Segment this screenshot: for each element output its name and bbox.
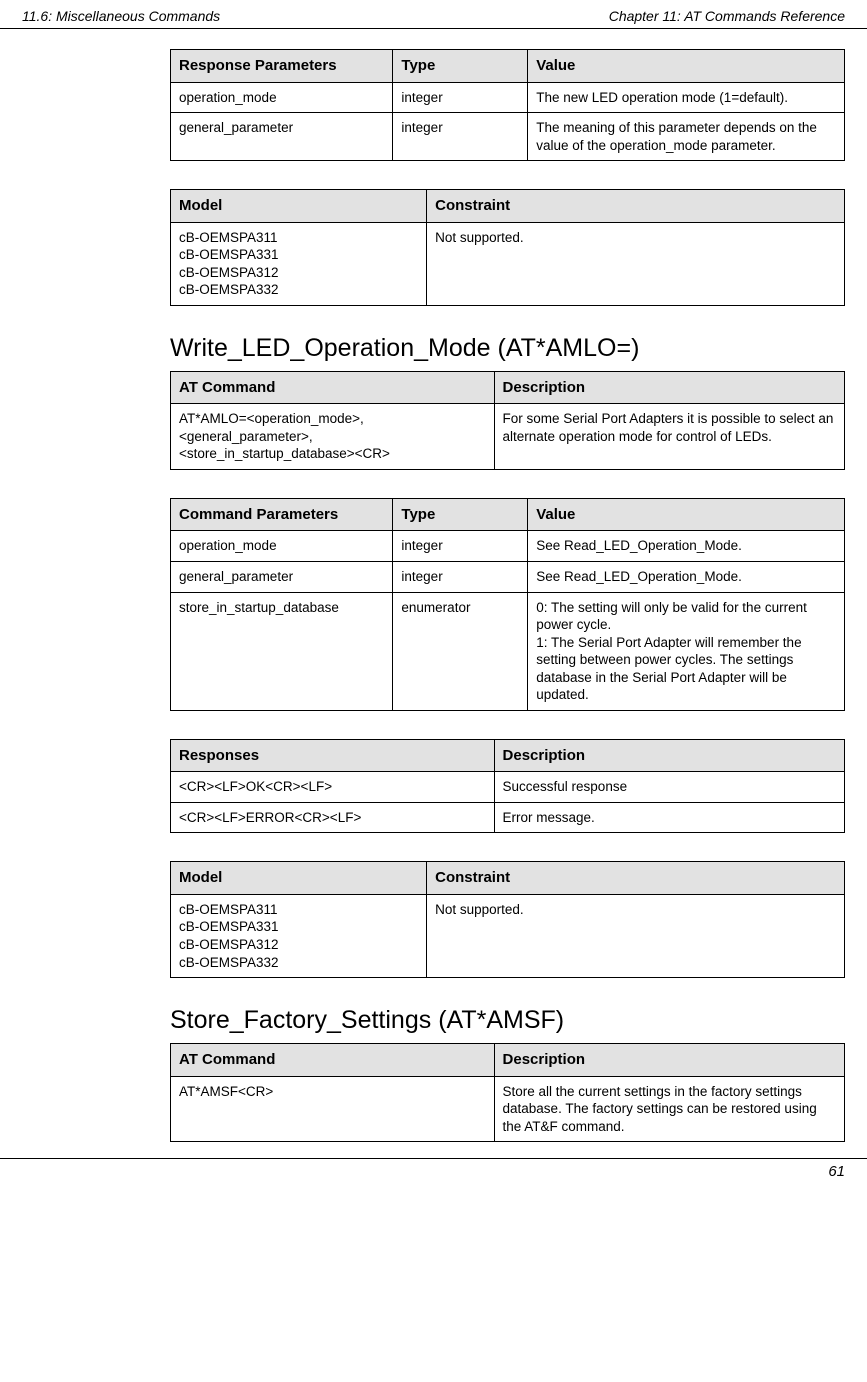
table-row: cB-OEMSPA311cB-OEMSPA331cB-OEMSPA312cB-O… [171, 222, 845, 305]
table-cell: See Read_LED_Operation_Mode. [528, 531, 845, 562]
table-row: store_in_startup_database enumerator 0: … [171, 592, 845, 710]
table-header: Description [494, 371, 844, 404]
table-header: Constraint [427, 862, 845, 895]
page-header: 11.6: Miscellaneous Commands Chapter 11:… [0, 0, 867, 29]
table-cell: The meaning of this parameter depends on… [528, 113, 845, 161]
table-cell: integer [393, 113, 528, 161]
table-cell: operation_mode [171, 531, 393, 562]
table-cell: cB-OEMSPA311cB-OEMSPA331cB-OEMSPA312cB-O… [171, 222, 427, 305]
header-right: Chapter 11: AT Commands Reference [609, 8, 845, 24]
at-command-table-2: AT Command Description AT*AMSF<CR> Store… [170, 1043, 845, 1142]
table-cell: cB-OEMSPA311cB-OEMSPA331cB-OEMSPA312cB-O… [171, 894, 427, 977]
section-heading: Store_Factory_Settings (AT*AMSF) [170, 1006, 845, 1035]
table-cell: Store all the current settings in the fa… [494, 1076, 844, 1142]
table-header: AT Command [171, 1044, 495, 1077]
table-header: Value [528, 498, 845, 531]
table-cell: general_parameter [171, 113, 393, 161]
table-header: Description [494, 739, 844, 772]
table-header: Description [494, 1044, 844, 1077]
page-footer: 61 [0, 1158, 867, 1200]
table-row: general_parameter integer See Read_LED_O… [171, 562, 845, 593]
table-cell: store_in_startup_database [171, 592, 393, 710]
table-cell: general_parameter [171, 562, 393, 593]
table-cell: Not supported. [427, 894, 845, 977]
table-row: general_parameter integer The meaning of… [171, 113, 845, 161]
table-row: cB-OEMSPA311cB-OEMSPA331cB-OEMSPA312cB-O… [171, 894, 845, 977]
table-header: Value [528, 50, 845, 83]
table-cell: The new LED operation mode (1=default). [528, 82, 845, 113]
table-header: Model [171, 190, 427, 223]
at-command-table: AT Command Description AT*AMLO=<operatio… [170, 371, 845, 470]
table-header: Model [171, 862, 427, 895]
table-header: Type [393, 50, 528, 83]
table-header: Type [393, 498, 528, 531]
table-header: AT Command [171, 371, 495, 404]
table-cell: AT*AMLO=<operation_mode>, <general_param… [171, 404, 495, 470]
table-header: Response Parameters [171, 50, 393, 83]
table-row: AT*AMLO=<operation_mode>, <general_param… [171, 404, 845, 470]
response-parameters-table: Response Parameters Type Value operation… [170, 49, 845, 161]
responses-table: Responses Description <CR><LF>OK<CR><LF>… [170, 739, 845, 834]
table-cell: integer [393, 82, 528, 113]
model-constraint-table-2: Model Constraint cB-OEMSPA311cB-OEMSPA33… [170, 861, 845, 978]
table-row: <CR><LF>ERROR<CR><LF> Error message. [171, 802, 845, 833]
table-cell: enumerator [393, 592, 528, 710]
table-cell: <CR><LF>OK<CR><LF> [171, 772, 495, 803]
command-parameters-table: Command Parameters Type Value operation_… [170, 498, 845, 711]
table-cell: integer [393, 531, 528, 562]
table-header: Command Parameters [171, 498, 393, 531]
table-row: operation_mode integer The new LED opera… [171, 82, 845, 113]
table-cell: For some Serial Port Adapters it is poss… [494, 404, 844, 470]
table-cell: 0: The setting will only be valid for th… [528, 592, 845, 710]
page-number: 61 [828, 1163, 845, 1180]
table-row: <CR><LF>OK<CR><LF> Successful response [171, 772, 845, 803]
table-row: operation_mode integer See Read_LED_Oper… [171, 531, 845, 562]
section-heading: Write_LED_Operation_Mode (AT*AMLO=) [170, 334, 845, 363]
header-left: 11.6: Miscellaneous Commands [22, 8, 220, 24]
model-constraint-table: Model Constraint cB-OEMSPA311cB-OEMSPA33… [170, 189, 845, 306]
page-content: Response Parameters Type Value operation… [0, 29, 867, 1158]
table-cell: Not supported. [427, 222, 845, 305]
table-header: Responses [171, 739, 495, 772]
table-row: AT*AMSF<CR> Store all the current settin… [171, 1076, 845, 1142]
table-cell: Successful response [494, 772, 844, 803]
table-cell: integer [393, 562, 528, 593]
table-cell: AT*AMSF<CR> [171, 1076, 495, 1142]
table-cell: See Read_LED_Operation_Mode. [528, 562, 845, 593]
table-cell: Error message. [494, 802, 844, 833]
table-cell: <CR><LF>ERROR<CR><LF> [171, 802, 495, 833]
table-header: Constraint [427, 190, 845, 223]
table-cell: operation_mode [171, 82, 393, 113]
